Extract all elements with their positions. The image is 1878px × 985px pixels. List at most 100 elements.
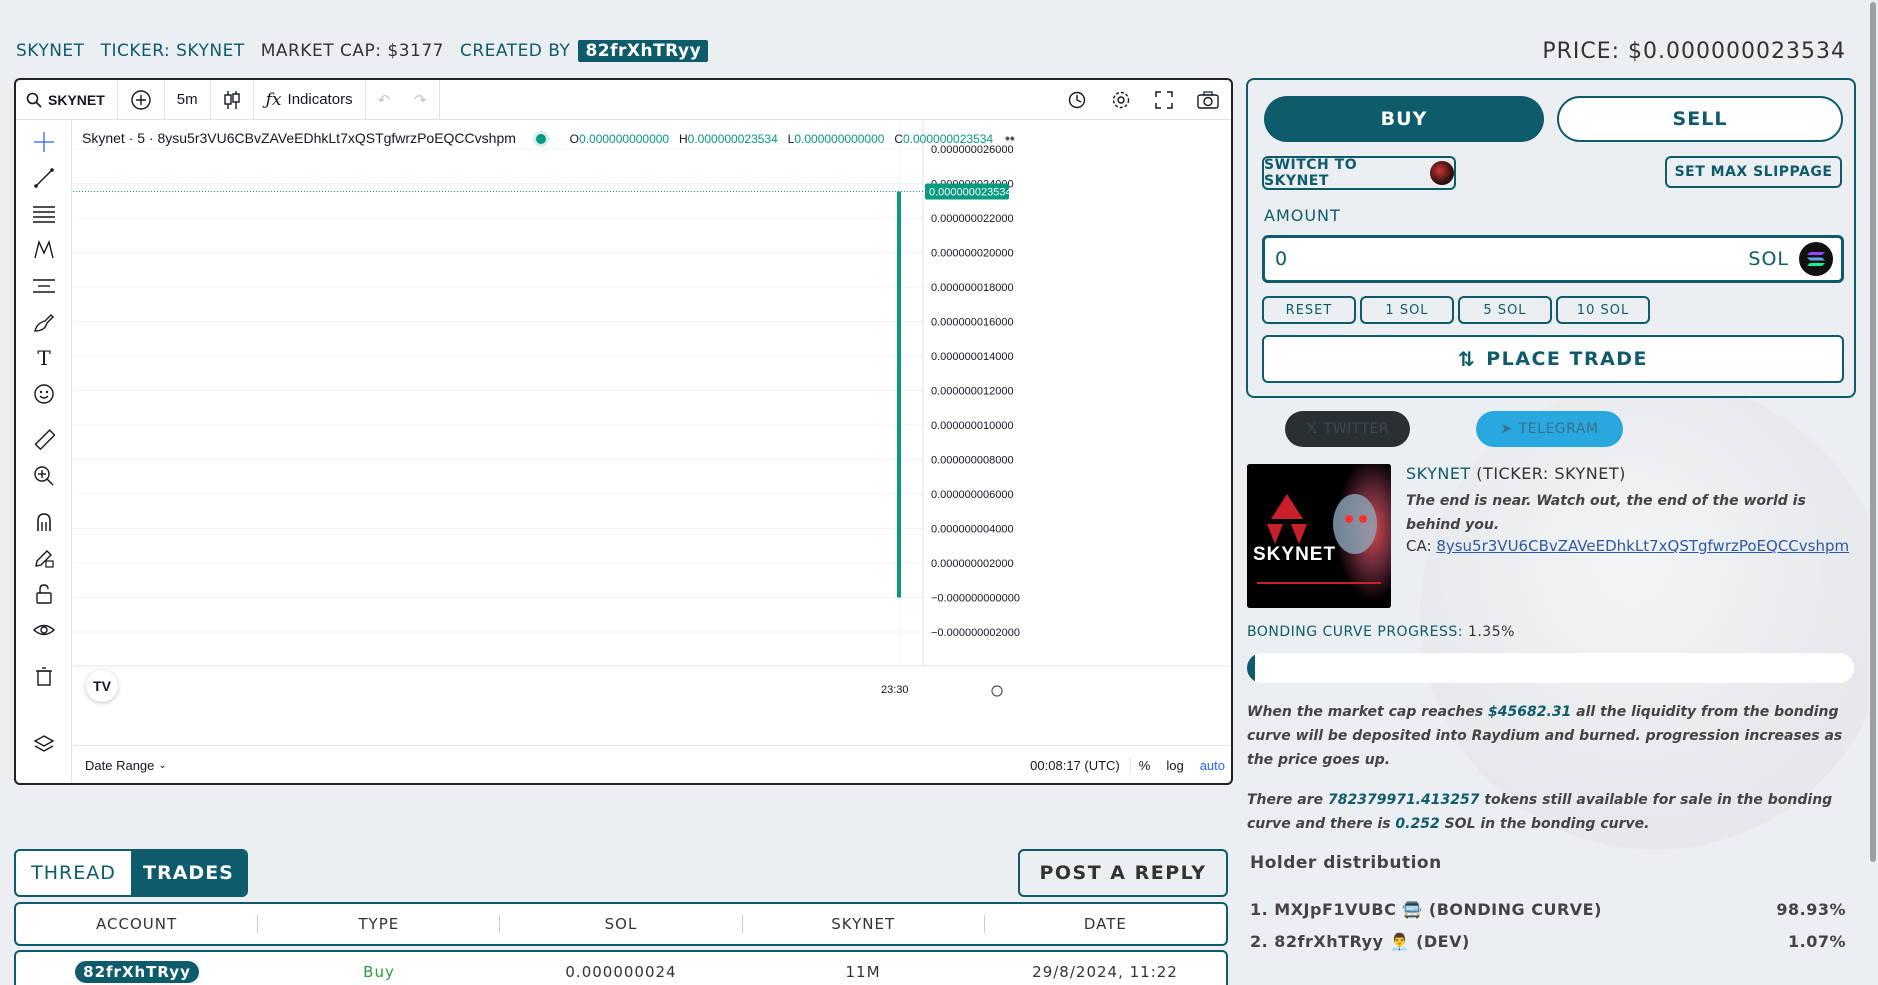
trade-sol-cell: 0.000000024 <box>565 963 677 981</box>
pattern-icon <box>34 239 54 259</box>
emoji-tool[interactable] <box>30 380 58 408</box>
percent-toggle[interactable]: % <box>1131 758 1159 773</box>
tv-logo-icon: TV <box>93 678 111 694</box>
bonding-curve-label: BONDING CURVE PROGRESS: 1.35% <box>1247 624 1515 640</box>
holder-distribution-title: Holder distribution <box>1250 853 1442 873</box>
symbol-search[interactable]: SKYNET <box>16 80 118 119</box>
lock-tool[interactable] <box>30 580 58 608</box>
buy-button[interactable]: BUY <box>1264 96 1544 142</box>
holder-label: 1. MXJpF1VUBC 🚍 (BONDING CURVE) <box>1250 900 1602 919</box>
y-tick-label: −0.000000000000 <box>931 593 1020 605</box>
account-link[interactable]: 82frXhTRyy <box>75 961 199 983</box>
tab-thread[interactable]: THREAD <box>16 851 131 895</box>
tab-trades[interactable]: TRADES <box>131 851 246 895</box>
token-header: SKYNET TICKER: SKYNET MARKET CAP: $3177 … <box>16 38 1846 64</box>
holder-row[interactable]: 1. MXJpF1VUBC 🚍 (BONDING CURVE) 98.93% <box>1250 900 1846 919</box>
chart-plot-area[interactable]: 0.0000000260000.0000000240000.0000000220… <box>73 121 1233 745</box>
token-ticker: TICKER: SKYNET <box>100 41 245 61</box>
one-sol-button[interactable]: 1 SOL <box>1360 296 1454 324</box>
fullscreen-button[interactable] <box>1143 80 1185 119</box>
trendline-icon <box>34 168 54 188</box>
ca-link[interactable]: 8ysu5r3VU6CBvZAVeEDhkLt7xQSTgfwrzPoEQCCv… <box>1436 537 1849 555</box>
bonding-progress-fill <box>1247 653 1256 683</box>
settings-button[interactable] <box>1099 80 1143 119</box>
y-tick-label: 0.000000004000 <box>931 524 1014 536</box>
tradingview-logo[interactable]: TV <box>86 670 118 702</box>
visibility-tool[interactable] <box>30 616 58 644</box>
background-moon <box>1420 380 1878 850</box>
measure-tool[interactable] <box>30 426 58 454</box>
chevron-down-icon: ⌄ <box>158 760 167 771</box>
amount-field: SOL <box>1262 235 1844 283</box>
token-price: PRICE: $0.000000023534 <box>1542 38 1846 64</box>
chart-toolbar: SKYNET 5m ƒx Indicators ↶ ↷ <box>16 80 1231 120</box>
compare-button[interactable] <box>118 80 165 119</box>
page-scrollbar[interactable] <box>1868 0 1878 985</box>
holder-label: 2. 82frXhTRyy 👨‍💼 (DEV) <box>1250 932 1470 951</box>
fib-tool[interactable] <box>30 200 58 228</box>
indicators-label: Indicators <box>287 91 353 108</box>
sell-button[interactable]: SELL <box>1557 96 1843 142</box>
creator-link[interactable]: 82frXhTRyy <box>578 40 709 62</box>
magnet-tool[interactable] <box>30 508 58 536</box>
ten-sol-button[interactable]: 10 SOL <box>1556 296 1650 324</box>
place-trade-label: PLACE TRADE <box>1486 348 1649 370</box>
holder-row[interactable]: 2. 82frXhTRyy 👨‍💼 (DEV) 1.07% <box>1250 932 1846 951</box>
switch-token-label: SWITCH TO SKYNET <box>1264 157 1358 189</box>
five-sol-button[interactable]: 5 SOL <box>1458 296 1552 324</box>
target-market-cap: $45682.31 <box>1488 704 1572 720</box>
token-info-ticker: (TICKER: SKYNET) <box>1476 464 1626 483</box>
y-tick-label: 0.000000010000 <box>931 420 1014 432</box>
trade-panel: BUY SELL SWITCH TO SKYNET SET MAX SLIPPA… <box>1246 78 1856 398</box>
auto-toggle[interactable]: auto <box>1192 758 1231 773</box>
trash-icon <box>36 667 52 686</box>
x-tick-label: 23:30 <box>881 684 909 696</box>
more-icon[interactable]: •• <box>1005 130 1015 146</box>
alert-clock-icon <box>1068 91 1086 108</box>
col-token: SKYNET <box>743 915 985 933</box>
bonding-percent: 1.35% <box>1467 624 1515 640</box>
camera-icon <box>1197 90 1219 109</box>
place-trade-button[interactable]: ⇅ PLACE TRADE <box>1262 335 1844 383</box>
legend-title: Skynet · 5 · 8ysu5r3VU6CBvZAVeEDhkLt7xQS… <box>82 130 516 146</box>
projection-tool[interactable] <box>30 272 58 300</box>
screenshot-button[interactable] <box>1185 80 1231 119</box>
brush-tool[interactable] <box>30 308 58 336</box>
price-tag-label: 0.000000023534 <box>929 187 1012 199</box>
date-range-button[interactable]: Date Range ⌄ <box>73 758 167 773</box>
telegram-label: TELEGRAM <box>1518 421 1599 437</box>
crosshair-tool[interactable] <box>30 128 58 156</box>
object-tree-tool[interactable] <box>30 730 58 758</box>
switch-token-button[interactable]: SWITCH TO SKYNET <box>1262 156 1456 190</box>
col-type: TYPE <box>258 915 501 933</box>
set-max-slippage-button[interactable]: SET MAX SLIPPAGE <box>1665 156 1842 188</box>
text-tool[interactable]: T <box>30 344 58 372</box>
twitter-button[interactable]: 𝕏 TWITTER <box>1285 411 1410 447</box>
fullscreen-icon <box>1155 90 1173 109</box>
interval-button[interactable]: 5m <box>165 80 211 119</box>
pattern-tool[interactable] <box>30 236 58 264</box>
telegram-button[interactable]: ➤ TELEGRAM <box>1476 411 1623 447</box>
zoom-tool[interactable] <box>30 462 58 490</box>
utc-clock[interactable]: 00:08:17 (UTC) <box>1020 758 1131 773</box>
reset-button[interactable]: RESET <box>1262 296 1356 324</box>
log-toggle[interactable]: log <box>1158 758 1191 773</box>
post-reply-button[interactable]: POST A REPLY <box>1018 849 1228 897</box>
scrollbar-thumb[interactable] <box>1870 2 1876 862</box>
y-tick-label: 0.000000012000 <box>931 386 1014 398</box>
amount-input[interactable] <box>1275 248 1749 270</box>
low-value: 0.000000000000 <box>794 132 885 146</box>
col-date: DATE <box>1083 915 1127 933</box>
redo-button[interactable]: ↷ <box>402 80 440 119</box>
chart-type-button[interactable] <box>211 80 254 119</box>
lock-drawing-tool[interactable] <box>30 544 58 572</box>
indicators-button[interactable]: ƒx Indicators <box>254 80 366 119</box>
thread-trades-tabs: THREAD TRADES <box>14 849 248 897</box>
alert-button[interactable] <box>1055 80 1099 119</box>
trendline-tool[interactable] <box>30 164 58 192</box>
y-tick-label: 0.000000022000 <box>931 213 1014 225</box>
undo-button[interactable]: ↶ <box>366 80 403 119</box>
holder-percent: 98.93% <box>1776 900 1846 919</box>
delete-tool[interactable] <box>30 662 58 690</box>
open-value: 0.000000000000 <box>579 132 670 146</box>
